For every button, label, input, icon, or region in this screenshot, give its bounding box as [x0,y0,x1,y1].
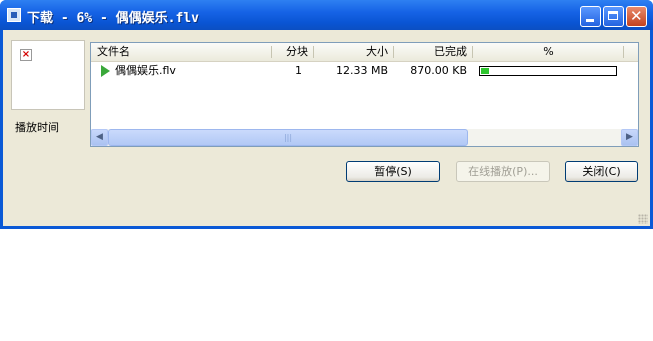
row-chunks: 1 [295,64,302,77]
resize-grip-icon[interactable] [638,214,648,224]
close-window-button[interactable]: ✕ [626,6,647,27]
list-header: 文件名 分块 大小 已完成 % [91,43,638,62]
row-filename: 偶偶娱乐.flv [115,64,176,77]
progress-fill [481,68,489,74]
horizontal-scrollbar[interactable]: ◀ ||| ▶ [91,129,638,146]
window-title: 下载 - 6% - 偶偶娱乐.flv [27,11,199,26]
maximize-icon [608,11,618,20]
app-icon [7,8,21,22]
pause-button[interactable]: 暂停(S) [346,161,440,182]
chevron-right-icon: ▶ [626,132,633,142]
thumb-grip-icon: ||| [283,133,293,142]
close-button[interactable]: 关闭(C) [565,161,638,182]
close-icon: ✕ [630,7,643,25]
column-completed[interactable]: 已完成 [394,43,473,61]
chevron-left-icon: ◀ [96,132,103,142]
dialog-body: × 播放时间 文件名 分块 大小 已完成 % 偶偶娱乐.flv 1 12.33 … [3,30,650,226]
column-filename[interactable]: 文件名 [91,43,272,61]
table-row[interactable]: 偶偶娱乐.flv 1 12.33 MB 870.00 KB [91,62,638,80]
maximize-button[interactable] [603,6,624,27]
scroll-right-button[interactable]: ▶ [621,129,638,146]
play-time-label: 播放时间 [15,121,59,134]
column-chunks[interactable]: 分块 [272,43,314,61]
row-progress-bar [479,66,617,76]
column-size[interactable]: 大小 [314,43,394,61]
minimize-button[interactable] [580,6,601,27]
column-percent[interactable]: % [473,43,624,61]
video-preview: × [11,40,85,110]
row-size: 12.33 MB [335,64,388,77]
scroll-thumb[interactable]: ||| [108,129,468,146]
play-online-button[interactable]: 在线播放(P)... [456,161,550,182]
download-dialog: 下载 - 6% - 偶偶娱乐.flv ✕ × 播放时间 文件名 分块 大小 已完… [0,0,653,229]
scroll-left-button[interactable]: ◀ [91,129,108,146]
file-list[interactable]: 文件名 分块 大小 已完成 % 偶偶娱乐.flv 1 12.33 MB 870.… [90,42,639,147]
row-completed: 870.00 KB [410,64,467,77]
broken-image-icon: × [20,49,32,61]
minimize-icon [586,19,594,22]
title-bar[interactable]: 下载 - 6% - 偶偶娱乐.flv ✕ [0,0,653,30]
